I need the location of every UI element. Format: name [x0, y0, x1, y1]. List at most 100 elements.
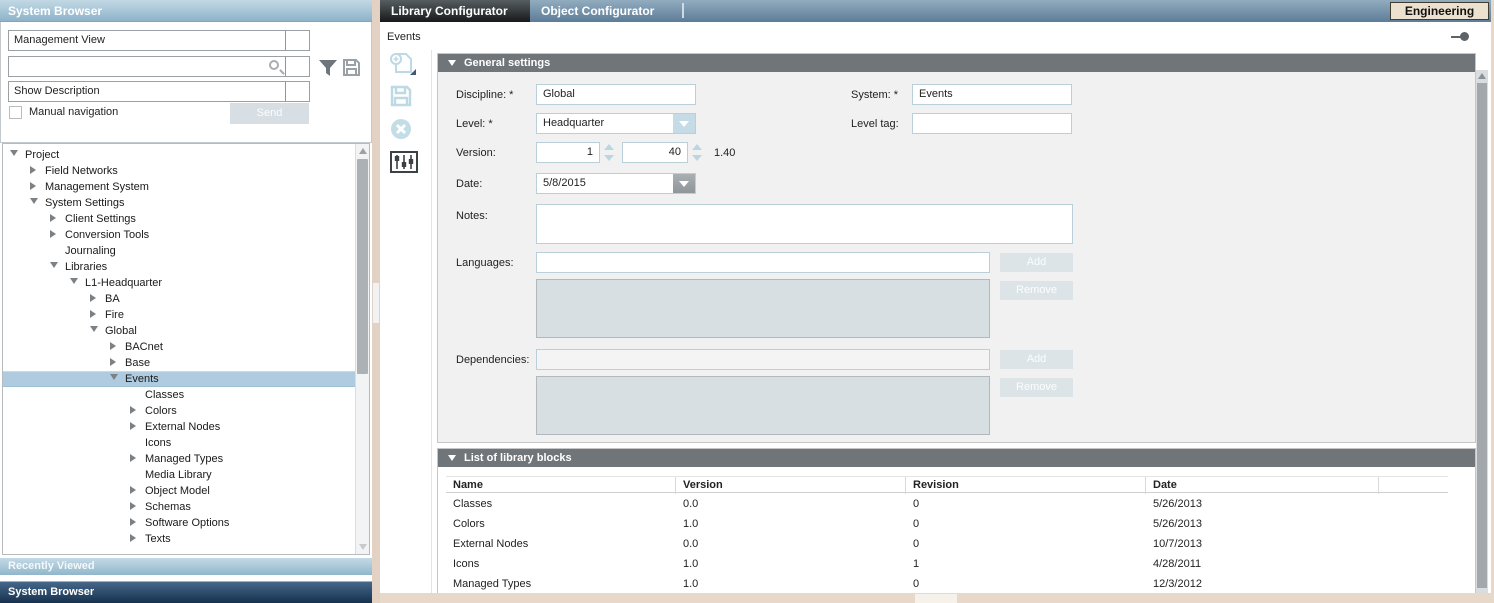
dependencies-listbox[interactable] [536, 376, 990, 435]
tree-item-ba[interactable]: BA [3, 291, 356, 307]
tree-item-field-networks[interactable]: Field Networks [3, 163, 356, 179]
scrollbar-thumb[interactable] [1477, 83, 1487, 588]
collapse-icon[interactable] [50, 259, 60, 275]
tree-item-fire[interactable]: Fire [3, 307, 356, 323]
tab-library-configurator[interactable]: Library Configurator [380, 0, 530, 22]
collapse-section-icon[interactable] [448, 455, 456, 461]
pin-icon[interactable] [1451, 32, 1469, 42]
version-minor-spin-icons[interactable] [692, 142, 702, 163]
date-dropdown[interactable]: 5/8/2015 [536, 173, 696, 194]
filter-icon[interactable] [319, 60, 337, 76]
collapse-icon[interactable] [110, 372, 120, 386]
chevron-down-icon[interactable] [285, 82, 309, 101]
scroll-down-icon[interactable] [359, 544, 367, 550]
tab-object-configurator[interactable]: Object Configurator [530, 0, 682, 22]
expand-icon[interactable] [50, 227, 60, 243]
search-input[interactable] [8, 56, 310, 77]
expand-icon[interactable] [50, 211, 60, 227]
column-header-revision[interactable]: Revision [906, 477, 1146, 494]
dependencies-dropdown[interactable] [536, 349, 990, 370]
tree-item-texts[interactable]: Texts [3, 531, 356, 547]
expand-icon[interactable] [130, 515, 140, 531]
tree-item-conversion-tools[interactable]: Conversion Tools [3, 227, 356, 243]
tree-item-system-settings[interactable]: System Settings [3, 195, 356, 211]
delete-icon[interactable] [390, 118, 420, 142]
column-header-name[interactable]: Name [446, 477, 676, 494]
column-header-date[interactable]: Date [1146, 477, 1379, 494]
chevron-down-icon[interactable] [285, 31, 309, 50]
view-selector-dropdown[interactable]: Management View [8, 30, 310, 51]
expand-icon[interactable] [30, 179, 40, 195]
bottom-splitter-handle[interactable] [915, 594, 957, 603]
languages-listbox[interactable] [536, 279, 990, 338]
tree-item-journaling[interactable]: Journaling [3, 243, 356, 259]
expand-icon[interactable] [130, 483, 140, 499]
languages-input[interactable] [536, 252, 990, 273]
tree-item-schemas[interactable]: Schemas [3, 499, 356, 515]
tree-item-classes[interactable]: Classes [3, 387, 356, 403]
level-dropdown[interactable]: Headquarter [536, 113, 696, 134]
tree-item-external-nodes[interactable]: External Nodes [3, 419, 356, 435]
scroll-up-icon[interactable] [359, 148, 367, 154]
dependencies-add-button[interactable]: Add [1000, 350, 1073, 369]
level-tag-field[interactable] [912, 113, 1072, 134]
notes-textarea[interactable] [536, 204, 1073, 244]
tree-item-libraries[interactable]: Libraries [3, 259, 356, 275]
expand-icon[interactable] [90, 307, 100, 323]
display-mode-dropdown[interactable]: Show Description [8, 81, 310, 102]
dependencies-remove-button[interactable]: Remove [1000, 378, 1073, 397]
languages-add-button[interactable]: Add [1000, 253, 1073, 272]
system-browser-bottom-bar[interactable]: System Browser [0, 581, 372, 603]
tree-item-media-library[interactable]: Media Library [3, 467, 356, 483]
collapse-icon[interactable] [30, 195, 40, 211]
expand-icon[interactable] [130, 531, 140, 547]
tree-item-object-model[interactable]: Object Model [3, 483, 356, 499]
engineering-button[interactable]: Engineering [1390, 2, 1489, 20]
scrollbar-thumb[interactable] [357, 159, 368, 374]
tree-item-base[interactable]: Base [3, 355, 356, 371]
tree-item-events[interactable]: Events [3, 371, 356, 387]
tree-item-management-system[interactable]: Management System [3, 179, 356, 195]
expand-icon[interactable] [130, 451, 140, 467]
expand-icon[interactable] [130, 499, 140, 515]
chevron-down-icon[interactable] [673, 174, 695, 193]
tree-item-software-options[interactable]: Software Options [3, 515, 356, 531]
save-filter-icon[interactable] [343, 59, 360, 76]
general-settings-header[interactable]: General settings [438, 54, 1475, 72]
version-major-spin-icons[interactable] [604, 142, 614, 163]
expand-icon[interactable] [130, 403, 140, 419]
tree-item-global[interactable]: Global [3, 323, 356, 339]
expand-icon[interactable] [110, 355, 120, 371]
collapse-section-icon[interactable] [448, 60, 456, 66]
tree-item-client-settings[interactable]: Client Settings [3, 211, 356, 227]
tree-item-bacnet[interactable]: BACnet [3, 339, 356, 355]
table-row-managed-types[interactable]: Managed Types1.0012/3/2012 [446, 574, 1448, 594]
collapse-icon[interactable] [70, 275, 80, 291]
scroll-up-icon[interactable] [1478, 73, 1486, 79]
expand-icon[interactable] [90, 291, 100, 307]
chevron-down-icon[interactable] [673, 114, 695, 133]
tree-scrollbar[interactable] [355, 144, 369, 554]
library-blocks-header[interactable]: List of library blocks [438, 449, 1475, 467]
tree-item-project[interactable]: Project [3, 147, 356, 163]
table-row-external-nodes[interactable]: External Nodes0.0010/7/2013 [446, 534, 1448, 554]
table-row-colors[interactable]: Colors1.005/26/2013 [446, 514, 1448, 534]
version-minor-spinner[interactable]: 40 [622, 142, 688, 163]
expand-icon[interactable] [30, 163, 40, 179]
column-header-version[interactable]: Version [676, 477, 906, 494]
tree-item-l1-headquarter[interactable]: L1-Headquarter [3, 275, 356, 291]
import-library-icon[interactable] [390, 52, 420, 76]
panel-splitter[interactable] [372, 0, 380, 603]
expand-icon[interactable] [130, 419, 140, 435]
filter-settings-icon[interactable] [390, 151, 420, 175]
tree-item-colors[interactable]: Colors [3, 403, 356, 419]
table-row-classes[interactable]: Classes0.005/26/2013 [446, 494, 1448, 514]
splitter-handle[interactable] [373, 283, 379, 323]
collapse-icon[interactable] [90, 323, 100, 339]
table-row-icons[interactable]: Icons1.014/28/2011 [446, 554, 1448, 574]
save-icon[interactable] [390, 85, 420, 109]
discipline-field[interactable]: Global [536, 84, 696, 105]
expand-icon[interactable] [110, 339, 120, 355]
chevron-down-icon[interactable] [285, 57, 309, 76]
system-field[interactable]: Events [912, 84, 1072, 105]
